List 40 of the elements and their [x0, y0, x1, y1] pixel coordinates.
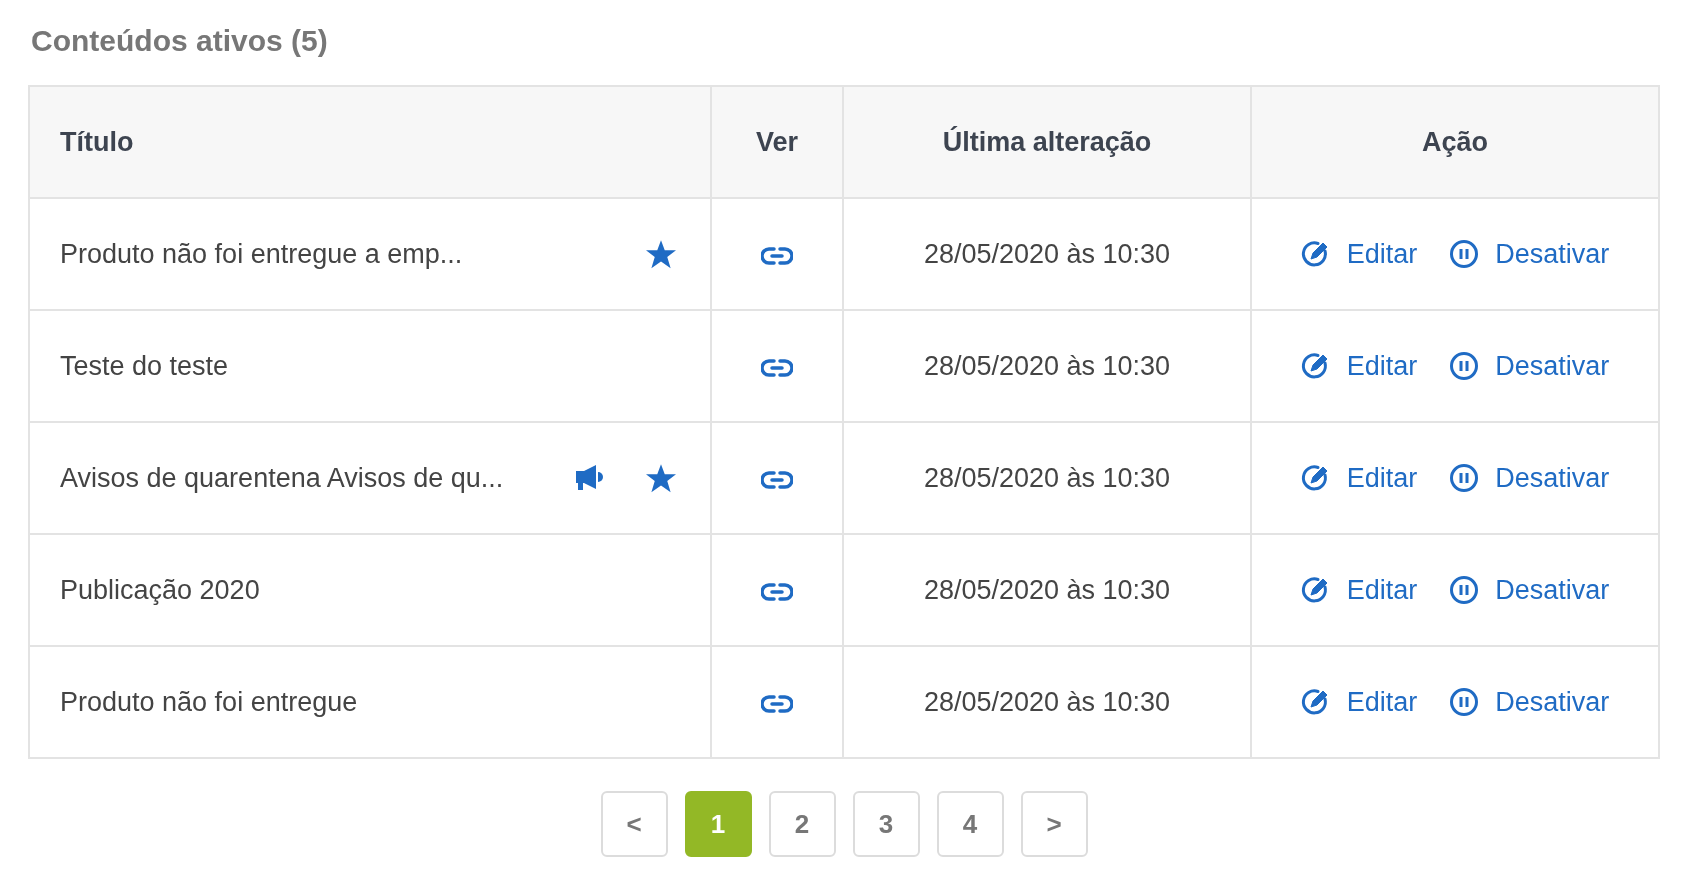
content-title: Publicação 2020 [60, 573, 260, 607]
column-header: Título [60, 126, 134, 157]
date-cell: 28/05/2020 às 10:30 [923, 574, 1171, 605]
pause-icon [1449, 687, 1480, 717]
link-icon[interactable] [761, 470, 793, 489]
section-heading: Conteúdos ativos (5) [31, 23, 328, 59]
page-button[interactable]: 4 [936, 791, 1004, 857]
edit-link[interactable]: Editar [1300, 457, 1418, 499]
pause-icon [1449, 239, 1480, 269]
edit-link[interactable]: Editar [1300, 233, 1418, 275]
date-cell: 28/05/2020 às 10:30 [923, 238, 1171, 269]
content-title: Produto não foi entregue [60, 685, 358, 719]
deactivate-link[interactable]: Desativar [1449, 457, 1610, 499]
previous-page-button[interactable]: < [600, 791, 668, 857]
page-button[interactable]: 2 [768, 791, 836, 857]
deactivate-link[interactable]: Desativar [1449, 345, 1610, 387]
link-icon[interactable] [761, 582, 793, 601]
pause-icon [1449, 351, 1480, 381]
column-header: Ver [755, 126, 798, 157]
content-title: Produto não foi entregue a emp... [60, 237, 463, 271]
edit-link[interactable]: Editar [1300, 569, 1418, 611]
deactivate-link[interactable]: Desativar [1449, 569, 1610, 611]
content-title: Teste do teste [60, 349, 229, 383]
deactivate-link[interactable]: Desativar [1449, 681, 1610, 723]
link-icon[interactable] [761, 246, 793, 265]
pause-icon [1449, 463, 1480, 493]
column-header: Ação [1422, 126, 1488, 157]
deactivate-link[interactable]: Desativar [1449, 233, 1610, 275]
next-page-button[interactable]: > [1020, 791, 1088, 857]
edit-link[interactable]: Editar [1300, 681, 1418, 723]
link-icon[interactable] [761, 358, 793, 377]
content-title: Avisos de quarentena Avisos de qu... [60, 461, 504, 495]
edit-link[interactable]: Editar [1300, 345, 1418, 387]
date-cell: 28/05/2020 às 10:30 [923, 686, 1171, 717]
link-icon[interactable] [761, 694, 793, 713]
pause-icon [1449, 575, 1480, 605]
page-button[interactable]: 3 [852, 791, 920, 857]
column-header: Última alteração [942, 126, 1152, 157]
date-cell: 28/05/2020 às 10:30 [923, 350, 1171, 381]
date-cell: 28/05/2020 às 10:30 [923, 462, 1171, 493]
